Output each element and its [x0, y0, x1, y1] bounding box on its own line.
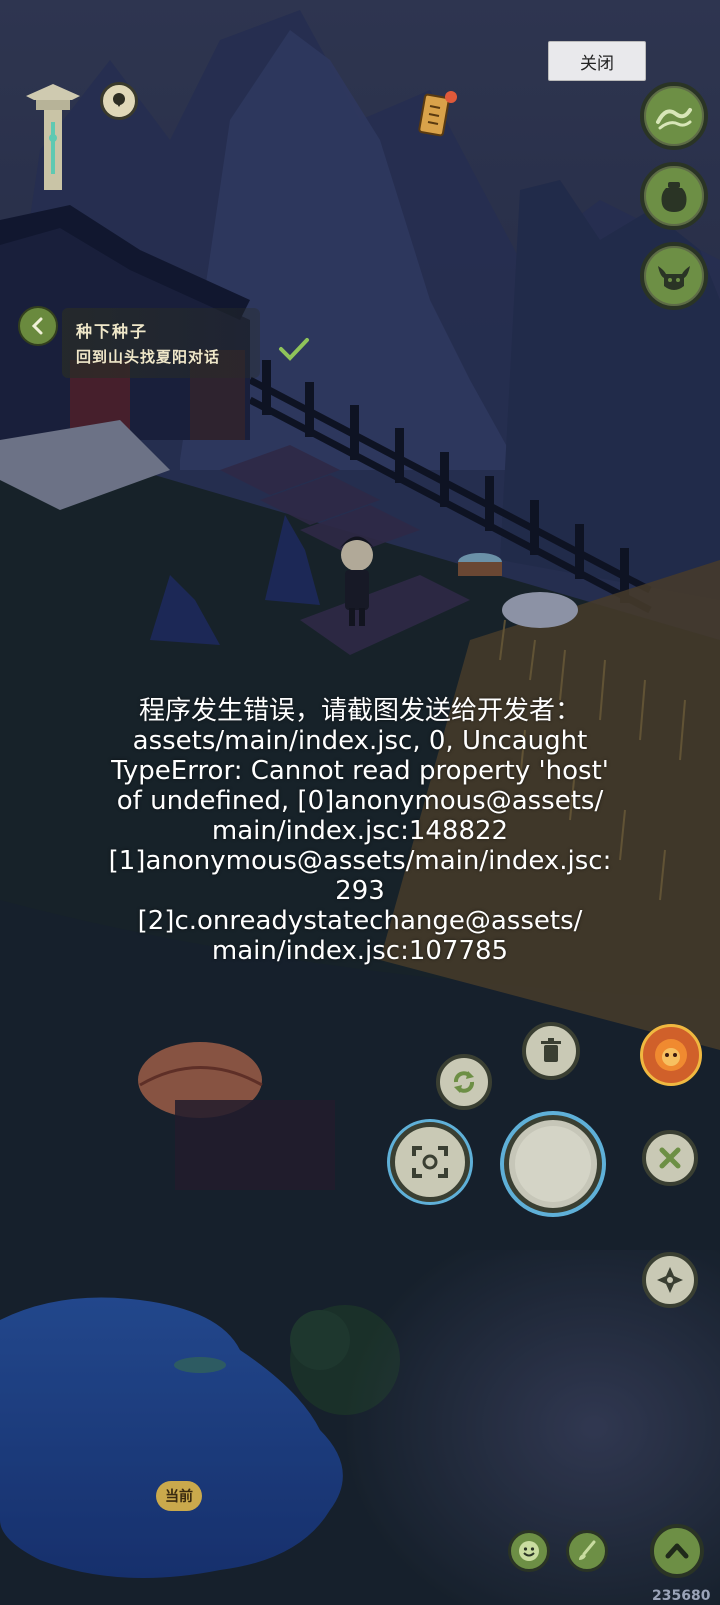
quest-objective: 回到山头找夏阳对话: [76, 348, 221, 366]
smile-icon: [519, 1541, 539, 1561]
game-screen: 种下种子 回到山头找夏阳对话 关闭 程序发生错误，请截图发送给开发者： asse…: [0, 0, 720, 1605]
scroll-notice-icon[interactable]: [418, 90, 458, 138]
error-line: TypeError: Cannot read property 'host': [111, 756, 609, 786]
error-line: main/index.jsc:107785: [211, 936, 509, 966]
jar-icon: [661, 182, 687, 212]
current-channel-label[interactable]: 当前: [156, 1481, 202, 1511]
emoji-button[interactable]: [508, 1530, 550, 1572]
error-line: main/index.jsc:148822: [211, 816, 509, 846]
joystick-icon: [515, 1126, 591, 1202]
cancel-button[interactable]: [642, 1130, 698, 1186]
trash-button[interactable]: [522, 1022, 580, 1080]
scan-icon: [412, 1146, 448, 1178]
quest-back-button[interactable]: [18, 306, 58, 346]
ox-mask-icon: [658, 266, 690, 290]
wave-skill-button[interactable]: [640, 82, 708, 150]
error-message: 程序发生错误，请截图发送给开发者： assets/main/index.jsc,…: [60, 696, 660, 966]
quest-title: 种下种子: [76, 322, 149, 341]
location-pin-icon[interactable]: [100, 82, 138, 120]
refresh-icon: [454, 1071, 474, 1093]
error-line: [2]c.onreadystatechange@assets/: [137, 906, 583, 936]
compass-icon: [657, 1267, 683, 1293]
close-button[interactable]: 关闭: [548, 41, 646, 81]
virtual-joystick[interactable]: [504, 1115, 602, 1213]
error-line: [1]anonymous@assets/main/index.jsc:: [108, 846, 612, 876]
checkmark-icon: [279, 338, 309, 361]
error-line: assets/main/index.jsc, 0, Uncaught: [132, 726, 588, 756]
error-line: 程序发生错误，请截图发送给开发者：: [138, 696, 581, 726]
ox-mask-button[interactable]: [640, 242, 708, 310]
jar-button[interactable]: [640, 162, 708, 230]
refresh-button[interactable]: [436, 1054, 492, 1110]
brush-icon: [579, 1540, 596, 1560]
scan-button[interactable]: [390, 1122, 470, 1202]
error-line: 293: [335, 876, 385, 906]
lion-portrait-icon: [655, 1039, 687, 1071]
cancel-icon: [659, 1147, 681, 1169]
brush-button[interactable]: [566, 1530, 608, 1572]
error-line: of undefined, [0]anonymous@assets/: [116, 786, 604, 816]
compass-button[interactable]: [642, 1252, 698, 1308]
up-arrow-icon: [665, 1543, 689, 1559]
trash-icon: [541, 1038, 561, 1062]
lion-portrait-button[interactable]: [640, 1024, 702, 1086]
chevron-left-icon: [31, 317, 43, 335]
pagoda-marker-icon[interactable]: [22, 82, 84, 194]
wave-skill-icon: [656, 108, 692, 130]
expand-up-button[interactable]: [650, 1524, 704, 1578]
quest-tracker[interactable]: 种下种子 回到山头找夏阳对话: [62, 308, 260, 378]
build-id-label: 235680: [652, 1588, 711, 1604]
